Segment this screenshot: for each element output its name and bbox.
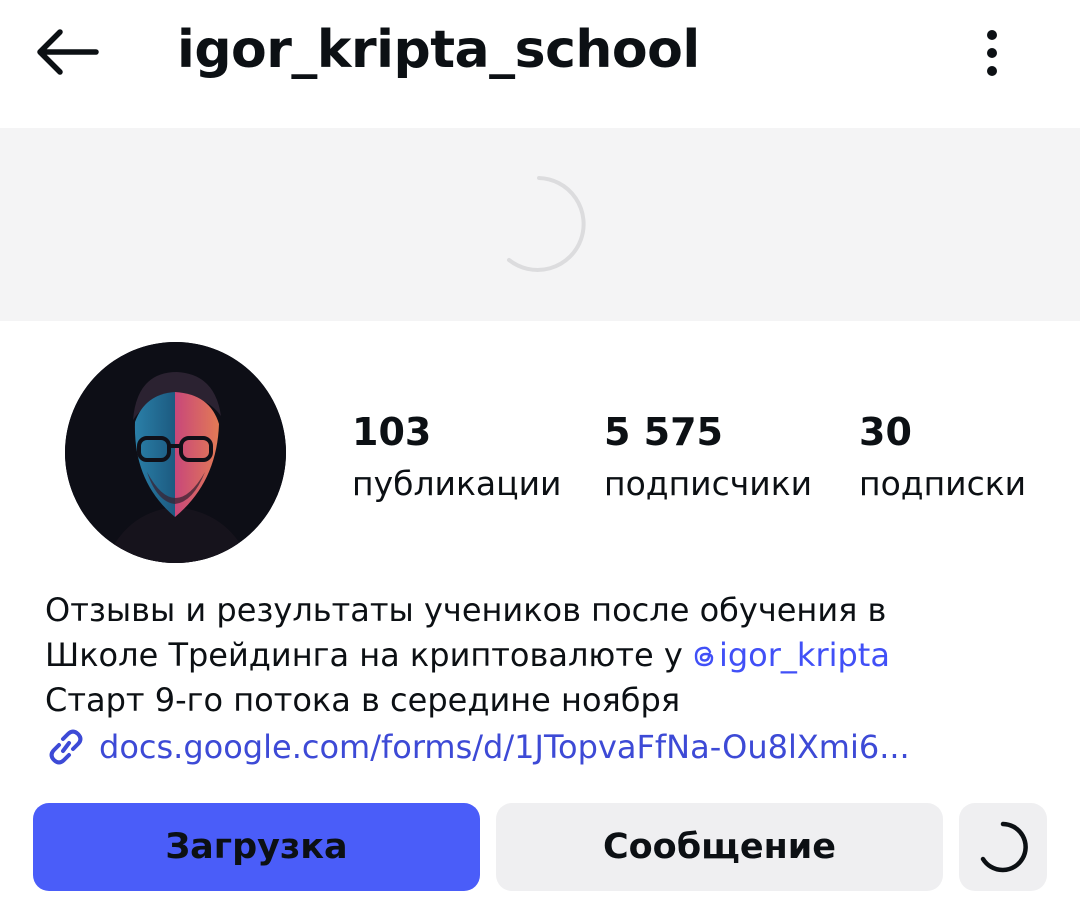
following-label: подписки <box>859 464 1027 503</box>
loading-button-label: Загрузка <box>165 827 348 867</box>
stat-posts[interactable]: 103 публикации <box>352 408 562 508</box>
followers-count: 5 575 <box>604 410 723 454</box>
bio-line-3: Старт 9-го потока в середине ноября <box>45 681 681 719</box>
bio-link[interactable]: docs.google.com/forms/d/1JTopvaFfNa-Ou8l… <box>45 724 910 770</box>
following-count: 30 <box>859 410 912 454</box>
more-vertical-icon <box>987 30 997 76</box>
loading-button[interactable]: Загрузка <box>33 803 480 891</box>
mention-link[interactable]: igor_kripta <box>693 636 890 674</box>
link-icon <box>49 729 83 765</box>
bio-line-2-text: Школе Трейдинга на криптовалюте у <box>45 636 693 674</box>
arrow-left-icon <box>37 29 99 75</box>
page-title: igor_kripta_school <box>177 20 700 80</box>
bio: Отзывы и результаты учеников после обуче… <box>45 588 1045 723</box>
bio-line-1: Отзывы и результаты учеников после обуче… <box>45 591 887 629</box>
bio-link-text: docs.google.com/forms/d/1JTopvaFfNa-Ou8l… <box>99 728 910 766</box>
message-button-label: Сообщение <box>602 827 837 867</box>
spinner-icon <box>507 176 586 272</box>
mention-text: igor_kripta <box>718 636 890 674</box>
stat-following[interactable]: 30 подписки <box>859 408 1026 508</box>
back-button[interactable] <box>30 22 102 82</box>
more-options-button[interactable] <box>962 22 1022 82</box>
bio-line-2: Школе Трейдинга на криптовалюте у igor_k… <box>45 633 1045 678</box>
avatar-image <box>65 342 286 563</box>
posts-count: 103 <box>352 410 432 454</box>
threads-icon <box>694 646 714 667</box>
avatar[interactable] <box>65 342 286 563</box>
stat-followers[interactable]: 5 575 подписчики <box>604 408 812 508</box>
spinner-icon <box>980 821 1028 873</box>
message-button[interactable]: Сообщение <box>496 803 943 891</box>
top-bar: igor_kripta_school <box>0 0 1080 110</box>
posts-label: публикации <box>352 464 562 503</box>
suggested-users-button[interactable] <box>959 803 1047 891</box>
followers-label: подписчики <box>604 464 813 503</box>
